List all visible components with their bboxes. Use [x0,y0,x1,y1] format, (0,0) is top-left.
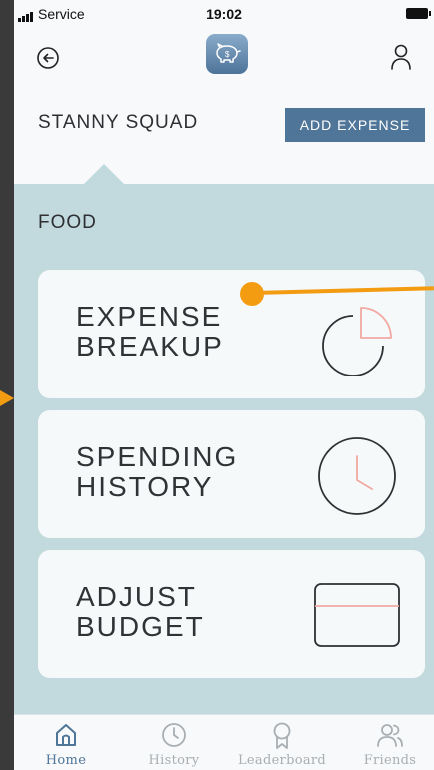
tab-history[interactable]: History [124,715,224,770]
friends-icon [377,724,403,747]
card-label-line2: BUDGET [76,611,205,642]
squad-name: STANNY SQUAD [38,112,199,133]
pie-chart-icon [322,307,392,376]
status-bar: Service 19:02 [14,0,434,26]
home-icon [56,724,76,746]
adjust-budget-card[interactable]: ADJUST BUDGET [38,550,425,678]
card-label-line1: ADJUST [76,581,197,612]
panel-pointer [84,164,124,184]
clock-icon [318,437,396,515]
profile-button[interactable] [388,42,414,72]
spending-history-card[interactable]: SPENDING HISTORY [38,410,425,538]
clock-icon [162,723,186,747]
back-button[interactable] [36,46,60,70]
annotation-arrow [0,390,14,406]
squad-row: STANNY SQUAD ADD EXPENSE [14,96,434,156]
tab-leaderboard[interactable]: Leaderboard [232,715,332,770]
battery-icon [406,8,431,19]
tab-label: Leaderboard [237,753,327,768]
piggy-bank-logo[interactable]: $ [206,34,248,74]
tab-label: Friends [363,753,417,768]
app-header: $ [14,26,434,96]
tab-label: Home [45,753,87,768]
status-time: 19:02 [206,6,242,22]
tab-bar: Home History Leaderboard Friends [14,714,434,770]
svg-text:$: $ [225,50,230,59]
card-label-line1: EXPENSE [76,301,223,332]
card-label-line1: SPENDING [76,441,239,472]
tab-home[interactable]: Home [16,715,116,770]
back-arrow-icon [37,47,59,69]
card-label-line2: HISTORY [76,471,214,502]
section-title: FOOD [38,212,97,233]
tab-friends[interactable]: Friends [340,715,434,770]
user-icon [391,44,411,70]
add-expense-button[interactable]: ADD EXPENSE [285,108,425,142]
tab-label: History [148,753,200,768]
annotation-dot [240,282,264,306]
card-label: ADJUST BUDGET [76,582,205,642]
category-panel: FOOD EXPENSE BREAKUP SPENDING HISTORY AD… [14,184,434,714]
card-icon [314,583,400,647]
award-icon [273,722,291,749]
phone-screen: Service 19:02 $ STANNY SQUAD ADD EXPENSE… [14,0,434,770]
card-label: SPENDING HISTORY [76,442,238,502]
card-label: EXPENSE BREAKUP [76,302,224,362]
card-label-line2: BREAKUP [76,331,224,362]
piggy-bank-icon: $ [216,43,241,63]
